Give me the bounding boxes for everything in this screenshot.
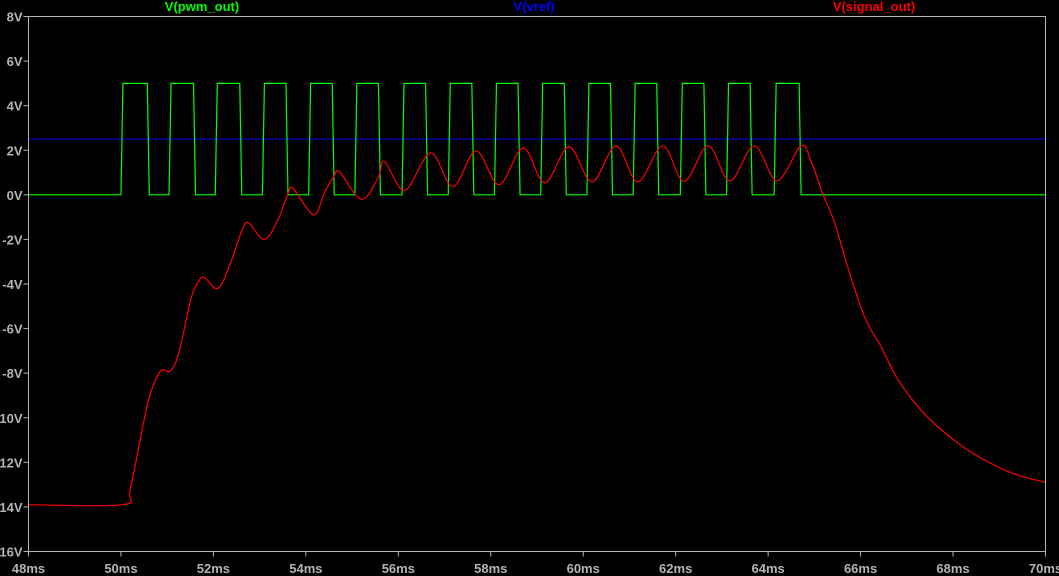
- plot-frame: [28, 16, 1046, 552]
- y-axis: 8V 6V 4V 2V 0V -2V -4V -6V -8V -10V -12V -14V -16V: [0, 10, 29, 560]
- trace-signal-out: [28, 144, 1046, 507]
- x-tick-label: 62ms: [659, 561, 692, 576]
- legend-signal-out[interactable]: V(signal_out): [833, 0, 915, 14]
- y-tick-label: -12V: [0, 455, 23, 470]
- x-tick-label: 58ms: [474, 561, 507, 576]
- legend-vref[interactable]: V(vref): [513, 0, 554, 14]
- y-tick-label: -16V: [0, 545, 23, 560]
- x-tick-label: 60ms: [567, 561, 600, 576]
- x-tick-label: 48ms: [12, 561, 45, 576]
- y-tick-label: -14V: [0, 500, 23, 515]
- legend-pwm-out[interactable]: V(pwm_out): [165, 0, 239, 14]
- y-tick-label: 8V: [7, 10, 23, 25]
- x-axis: 48ms 50ms 52ms 54ms 56ms 58ms 60ms 62ms 64ms 66ms…: [12, 551, 1059, 576]
- x-tick-label: 50ms: [104, 561, 137, 576]
- y-tick-label: -8V: [2, 366, 23, 381]
- y-tick-label: 2V: [7, 143, 23, 158]
- x-tick-label: 66ms: [844, 561, 877, 576]
- x-tick-label: 52ms: [197, 561, 230, 576]
- x-tick-label: 68ms: [936, 561, 969, 576]
- y-tick-label: 0V: [7, 188, 23, 203]
- y-tick-label: -4V: [2, 277, 23, 292]
- x-tick-label: 56ms: [382, 561, 415, 576]
- traces: [28, 82, 1046, 507]
- waveform-plot: V(pwm_out) V(vref) V(signal_out) 8V 6V 4V 2…: [0, 0, 1059, 576]
- legend: V(pwm_out) V(vref) V(signal_out): [165, 0, 915, 14]
- x-tick-label: 54ms: [289, 561, 322, 576]
- y-tick-label: 6V: [7, 54, 23, 69]
- y-tick-label: -10V: [0, 411, 23, 426]
- y-tick-label: -2V: [2, 232, 23, 247]
- y-tick-label: 4V: [7, 99, 23, 114]
- x-tick-label: 64ms: [752, 561, 785, 576]
- y-tick-label: -6V: [2, 322, 23, 337]
- x-tick-label: 70ms: [1029, 561, 1059, 576]
